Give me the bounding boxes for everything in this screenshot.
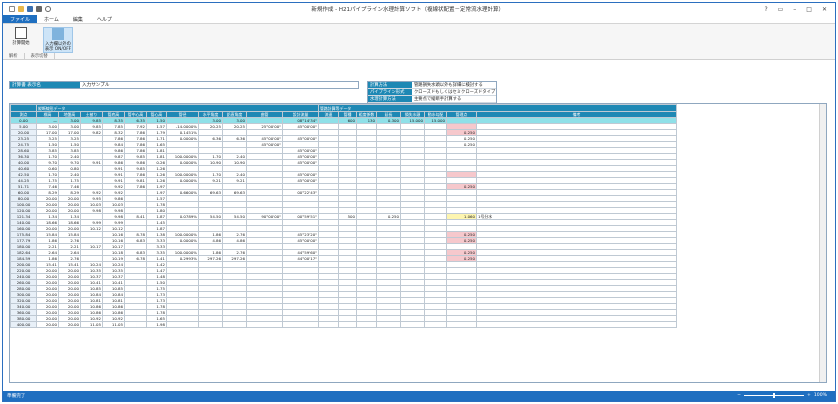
table-cell[interactable]: 20.00 [36, 321, 59, 328]
data-grid: 縦断線形データ 管路計算等データ 測点 標高 地盤高 土被り 管底高 管中心高 管心高 管径水… [9, 103, 827, 383]
table-cell[interactable]: 11.05 [102, 321, 125, 328]
close-icon[interactable]: ✕ [822, 6, 827, 13]
header-area: 計算書 表示名 入力サンプル 計算方法 管路損失水頭以外も詳細に検討する パイプ… [9, 63, 827, 103]
ribbon-display-icon[interactable]: ▭ [778, 6, 784, 13]
vertical-scrollbar[interactable] [819, 104, 826, 382]
station-cell[interactable]: 400.00 [10, 321, 37, 328]
table-cell[interactable] [318, 321, 339, 328]
calc-name-row: 計算書 表示名 入力サンプル [9, 81, 359, 89]
tab-home[interactable]: ホーム [37, 15, 66, 23]
table-cell[interactable] [282, 321, 319, 328]
ribbon: 計算開始 入力欄以外の表示 ON/OFF 解析 表示切替 [3, 24, 835, 60]
memo-cell[interactable] [476, 321, 677, 328]
quick-access-toolbar [9, 6, 51, 12]
group-display: 表示切替 [25, 53, 55, 59]
data-table: 縦断線形データ 管路計算等データ 測点 標高 地盤高 土被り 管底高 管中心高 管心高 管径水… [10, 104, 677, 328]
calc-name-label: 計算書 表示名 [10, 82, 80, 88]
table-cell[interactable] [198, 321, 223, 328]
table-cell[interactable] [246, 321, 283, 328]
section-right-header: 管路計算等データ [318, 104, 677, 112]
tab-edit[interactable]: 編集 [66, 15, 90, 23]
table-cell[interactable] [338, 321, 357, 328]
table-cell[interactable] [166, 321, 199, 328]
open-folder-icon[interactable] [18, 6, 24, 12]
table-cell[interactable] [124, 321, 147, 328]
info-panel: 計算方法 管路損失水頭以外も詳細に検討する パイプライン形式 クローズドもしくは… [367, 81, 497, 103]
table-cell[interactable] [400, 321, 425, 328]
calc-start-button[interactable]: 計算開始 [9, 27, 33, 53]
table-cell[interactable] [424, 321, 447, 328]
column-header-row: 測点 標高 地盤高 土被り 管底高 管中心高 管心高 管径 水平角度 鉛直角度 曲管 設計流量 流速 管種… [10, 111, 677, 118]
status-bar: 準備完了 − + 100% [3, 391, 835, 401]
app-window: 新規作成 - H21パイプライン水理計算ソフト（複線状配置－定常流水理計算） ?… [2, 2, 836, 402]
group-analysis: 解析 [3, 53, 25, 59]
table-cell[interactable] [356, 321, 377, 328]
tab-help[interactable]: ヘルプ [90, 15, 119, 23]
file-tab[interactable]: ファイル [3, 15, 38, 23]
title-bar: 新規作成 - H21パイプライン水理計算ソフト（複線状配置－定常流水理計算） ?… [3, 3, 835, 15]
status-text: 準備完了 [7, 394, 26, 399]
table-cell[interactable]: 1.98 [146, 321, 167, 328]
calc-name-field[interactable]: 入力サンプル [80, 82, 358, 88]
window-title: 新規作成 - H21パイプライン水理計算ソフト（複線状配置－定常流水理計算） [311, 7, 505, 13]
display-toggle-button[interactable]: 入力欄以外の表示 ON/OFF [43, 27, 73, 53]
column-header: 動水勾配 [424, 111, 447, 118]
table-row[interactable]: 400.00 20.00 20.00 11.05 11.05 1.98 [10, 321, 677, 328]
maximize-icon[interactable]: □ [806, 6, 812, 13]
print-icon[interactable] [36, 6, 42, 12]
window-controls: ? ▭ – □ ✕ [764, 6, 827, 13]
section-header-row: 縦断線形データ 管路計算等データ [10, 104, 677, 112]
help-icon[interactable]: ? [764, 6, 767, 13]
info-row: 計算方法 管路損失水頭以外も詳細に検討する [368, 82, 496, 89]
minimize-icon[interactable]: – [793, 6, 796, 13]
table-cell[interactable] [446, 321, 477, 328]
zoom-slider[interactable] [744, 393, 804, 398]
zoom-in-icon[interactable]: + [807, 393, 811, 398]
zoom-out-icon[interactable]: − [737, 393, 741, 398]
ribbon-groups: 解析 表示切替 [3, 53, 55, 59]
column-header: 管中心高 [124, 111, 147, 118]
calculator-icon [15, 27, 27, 39]
table-cell[interactable]: 20.00 [58, 321, 81, 328]
new-file-icon[interactable] [9, 6, 15, 12]
table-cell[interactable] [222, 321, 247, 328]
info-row: 水理計算方法 主要点で縦断手計算する [368, 96, 496, 103]
table-cell[interactable] [376, 321, 401, 328]
table-cell[interactable]: 11.05 [80, 321, 103, 328]
zoom-control: − + 100% [737, 393, 827, 398]
section-left-header: 縦断線形データ [36, 104, 319, 112]
info-row: パイプライン形式 クローズドもしくはセミクローズドタイプ [368, 89, 496, 96]
toggle-display-icon [52, 28, 64, 40]
column-header: 粗度係数 [356, 111, 377, 118]
zoom-level: 100% [813, 393, 827, 398]
save-icon[interactable] [27, 6, 33, 12]
menu-bar: ファイル ホーム 編集 ヘルプ [3, 15, 835, 24]
